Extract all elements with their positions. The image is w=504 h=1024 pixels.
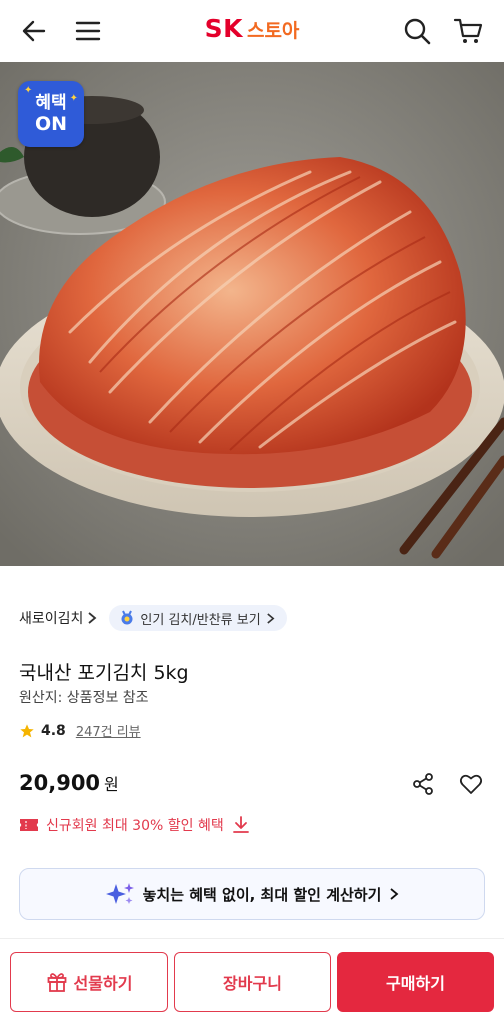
review-count-link[interactable]: 247건 리뷰 xyxy=(76,721,141,740)
bottom-action-bar: 선물하기 장바구니 구매하기 xyxy=(0,938,504,1024)
coupon-icon xyxy=(20,819,38,831)
popular-link-label: 인기 김치/반찬류 보기 xyxy=(140,612,261,628)
cart-label: 장바구니 xyxy=(223,974,282,993)
star-icon xyxy=(20,723,34,737)
share-icon xyxy=(413,773,433,795)
search-button[interactable] xyxy=(399,13,435,49)
chevron-right-icon xyxy=(266,612,275,624)
gift-button[interactable]: 선물하기 xyxy=(10,952,168,1012)
logo-brand: SK xyxy=(204,14,243,43)
chevron-right-icon xyxy=(88,612,97,624)
currency-unit: 원 xyxy=(104,775,119,794)
product-image[interactable]: ✦ ✦ 혜택 ON xyxy=(0,62,504,566)
breadcrumb: 새로이김치 인기 김치/반찬류 보기 xyxy=(19,604,287,632)
badge-line2: ON xyxy=(34,113,68,135)
coupon-text: 신규회원 최대 30% 할인 혜택 xyxy=(46,818,224,834)
product-title: 국내산 포기김치 5kg xyxy=(19,662,189,684)
buy-label: 구매하기 xyxy=(386,974,445,993)
benefit-on-badge[interactable]: ✦ ✦ 혜택 ON xyxy=(18,81,84,147)
gift-label: 선물하기 xyxy=(73,974,133,993)
cart-icon xyxy=(453,18,483,43)
gift-icon xyxy=(47,973,66,992)
add-to-cart-button[interactable]: 장바구니 xyxy=(174,952,331,1012)
rating-row: 4.8 247건 리뷰 xyxy=(19,721,141,740)
buy-now-button[interactable]: 구매하기 xyxy=(337,952,494,1012)
coupon-download[interactable]: 신규회원 최대 30% 할인 혜택 xyxy=(19,815,251,835)
category-label: 새로이김치 xyxy=(19,611,84,627)
medal-icon xyxy=(121,610,133,625)
sparkle-icon: ✦ xyxy=(69,93,78,104)
discount-calculator-banner[interactable]: 놓치는 혜택 없이, 최대 할인 계산하기 xyxy=(19,868,485,920)
popular-items-link[interactable]: 인기 김치/반찬류 보기 xyxy=(109,605,287,631)
download-icon xyxy=(232,816,249,833)
chevron-right-icon xyxy=(390,888,399,900)
wishlist-button[interactable] xyxy=(458,771,484,797)
heart-icon xyxy=(459,774,483,794)
top-header: SK 스토아 xyxy=(0,0,504,62)
sparkle-icon: ✦ xyxy=(24,85,33,96)
category-link[interactable]: 새로이김치 xyxy=(19,608,97,628)
rating-value: 4.8 xyxy=(41,722,66,739)
price-value: 20,900 xyxy=(19,771,101,795)
logo-store: 스토아 xyxy=(246,20,300,42)
calc-banner-text: 놓치는 혜택 없이, 최대 할인 계산하기 xyxy=(142,885,382,904)
share-button[interactable] xyxy=(410,771,436,797)
origin-text: 원산지: 상품정보 참조 xyxy=(19,690,149,706)
badge-line1: 혜택 xyxy=(35,93,67,113)
search-icon xyxy=(404,18,431,45)
price: 20,900 원 xyxy=(19,771,119,795)
cart-header-button[interactable] xyxy=(450,13,486,49)
sparkle-icon xyxy=(105,883,134,904)
